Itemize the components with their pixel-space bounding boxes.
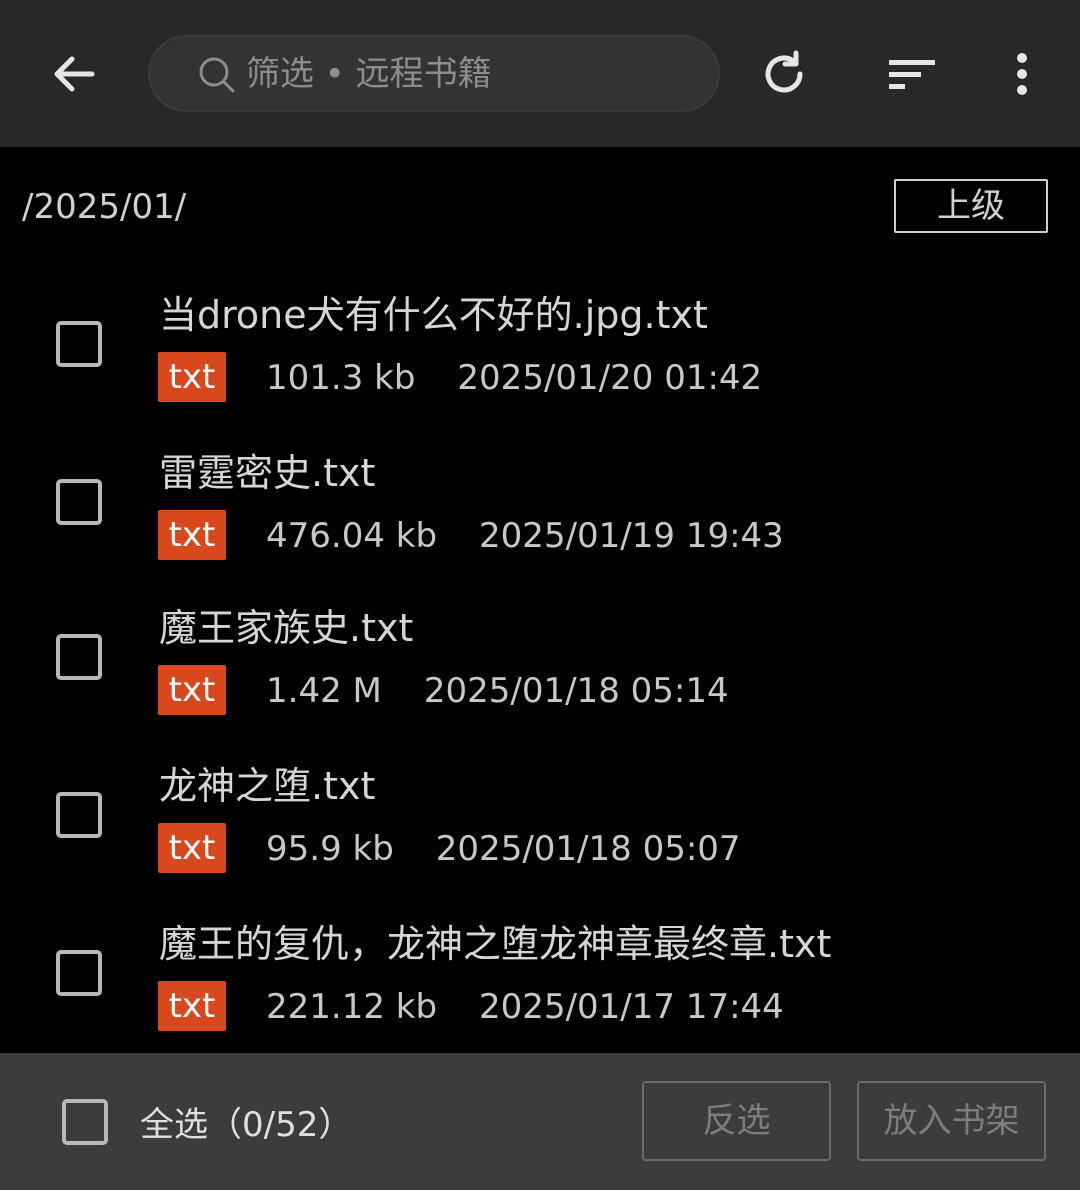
file-type-badge: txt [158, 352, 226, 402]
file-meta: 1.42 M 2025/01/18 05:14 [266, 666, 729, 716]
file-checkbox[interactable] [56, 634, 102, 680]
search-icon [199, 57, 235, 93]
file-meta: 95.9 kb 2025/01/18 05:07 [266, 824, 741, 874]
file-size: 1.42 M [266, 671, 382, 711]
file-row[interactable]: 魔王的复仇，龙神之堕龙神章最终章.txt txt 221.12 kb 2025/0… [0, 909, 1080, 1067]
bottom-action-bar: 全选（0/52） 反选 放入书架 [0, 1053, 1080, 1190]
file-name: 雷霆密史.txt [159, 451, 376, 495]
file-date: 2025/01/20 01:42 [457, 358, 763, 398]
select-all-label[interactable]: 全选（0/52） [140, 1100, 352, 1150]
search-input[interactable]: 筛选 • 远程书籍 [148, 35, 720, 112]
parent-folder-button[interactable]: 上级 [894, 179, 1048, 233]
refresh-icon [765, 50, 803, 93]
refresh-button[interactable] [754, 44, 814, 104]
more-menu-button[interactable] [996, 44, 1048, 104]
file-date: 2025/01/17 17:44 [479, 987, 784, 1027]
invert-selection-button[interactable]: 反选 [642, 1081, 831, 1161]
file-name: 魔王家族史.txt [159, 606, 414, 650]
file-date: 2025/01/18 05:14 [423, 671, 729, 711]
file-name: 龙神之堕.txt [159, 764, 376, 808]
file-type-badge: txt [158, 510, 226, 560]
file-checkbox[interactable] [56, 321, 102, 367]
file-row[interactable]: 龙神之堕.txt txt 95.9 kb 2025/01/18 05:07 [0, 751, 1080, 909]
file-checkbox[interactable] [56, 950, 102, 996]
arrow-left-icon [54, 56, 95, 92]
file-size: 476.04 kb [266, 516, 438, 556]
file-size: 221.12 kb [266, 987, 438, 1027]
file-name: 魔王的复仇，龙神之堕龙神章最终章.txt [159, 922, 832, 966]
file-type-badge: txt [158, 665, 226, 715]
file-row[interactable]: 雷霆密史.txt txt 476.04 kb 2025/01/19 19:43 [0, 438, 1080, 596]
back-button[interactable] [44, 44, 104, 104]
add-to-bookshelf-button[interactable]: 放入书架 [857, 1081, 1046, 1161]
sort-icon [889, 60, 935, 89]
select-all-checkbox[interactable] [62, 1099, 108, 1145]
file-name: 当drone犬有什么不好的.jpg.txt [159, 293, 708, 337]
file-checkbox[interactable] [56, 792, 102, 838]
file-type-badge: txt [158, 823, 226, 873]
file-type-badge: txt [158, 981, 226, 1031]
file-meta: 221.12 kb 2025/01/17 17:44 [266, 982, 784, 1032]
search-placeholder: 筛选 • 远程书籍 [246, 54, 492, 94]
file-checkbox[interactable] [56, 479, 102, 525]
file-meta: 476.04 kb 2025/01/19 19:43 [266, 511, 784, 561]
more-vertical-icon [1017, 53, 1027, 95]
file-meta: 101.3 kb 2025/01/20 01:42 [266, 353, 762, 403]
file-date: 2025/01/19 19:43 [479, 516, 784, 556]
top-app-bar: 筛选 • 远程书籍 [0, 0, 1080, 147]
file-size: 101.3 kb [266, 358, 416, 398]
file-size: 95.9 kb [266, 829, 394, 869]
current-path: /2025/01/ [22, 187, 187, 227]
file-date: 2025/01/18 05:07 [435, 829, 741, 869]
file-row[interactable]: 魔王家族史.txt txt 1.42 M 2025/01/18 05:14 [0, 593, 1080, 751]
file-row[interactable]: 当drone犬有什么不好的.jpg.txt txt 101.3 kb 2025/0… [0, 280, 1080, 438]
sort-button[interactable] [882, 44, 942, 104]
